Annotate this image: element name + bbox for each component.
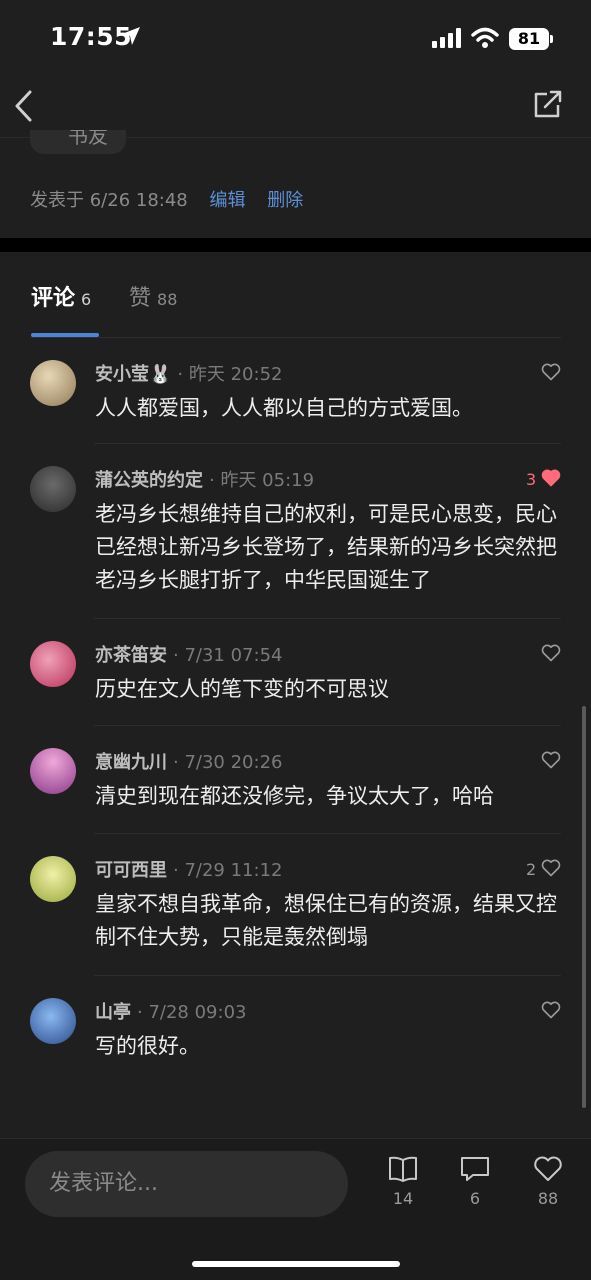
comment-header: 可可西里 · 7/29 11:12: [95, 856, 282, 882]
comment-author[interactable]: 安小莹🐰: [95, 364, 171, 385]
comment-count: 6: [469, 1189, 481, 1208]
comment-item: 可可西里 · 7/29 11:12 皇家不想自我革命，想保住已有的资源，结果又控制…: [0, 834, 591, 976]
comment-time: · 7/30 20:26: [173, 752, 283, 773]
status-bar: 17:55 81: [0, 0, 591, 76]
comment-author[interactable]: 亦茶笛安: [95, 645, 167, 666]
comment-author[interactable]: 可可西里: [95, 860, 167, 881]
heart-icon[interactable]: [541, 363, 561, 381]
comment-like-count: 3: [526, 470, 537, 489]
section-divider: [0, 238, 591, 252]
comment-list: 安小莹🐰 · 昨天 20:52 人人都爱国，人人都以自己的方式爱国。 蒲公英的约定…: [0, 338, 591, 1138]
avatar[interactable]: [30, 748, 76, 794]
avatar[interactable]: [30, 998, 76, 1044]
tab-comments-count: 6: [81, 290, 92, 309]
like-count: 88: [537, 1189, 559, 1208]
book-friend-tag[interactable]: 书友: [30, 130, 126, 154]
back-icon[interactable]: [12, 88, 36, 124]
wifi-icon: [471, 27, 499, 48]
comment-time-value: 7/31 07:54: [184, 645, 283, 666]
read-button[interactable]: 14: [378, 1155, 428, 1208]
comment-text: 历史在文人的笔下变的不可思议: [95, 677, 389, 701]
comment-header: 安小莹🐰 · 昨天 20:52: [95, 360, 282, 386]
comment-text: 清史到现在都还没修完，争议太大了，哈哈: [95, 784, 494, 808]
heart-icon: [534, 1156, 562, 1181]
posted-prefix: 发表于: [30, 190, 84, 211]
comment-input[interactable]: 发表评论...: [25, 1151, 348, 1217]
comment-time-value: 7/28 09:03: [148, 1002, 247, 1023]
comment-header: 亦茶笛安 · 7/31 07:54: [95, 641, 282, 667]
home-indicator[interactable]: [192, 1261, 400, 1267]
comment-like-count: 2: [526, 860, 537, 879]
comment-text: 人人都爱国，人人都以自己的方式爱国。: [95, 396, 473, 420]
heart-icon[interactable]: [541, 1001, 561, 1019]
comment-item: 山亭 · 7/28 09:03 写的很好。: [0, 976, 591, 1086]
heart-filled-icon[interactable]: [541, 469, 561, 487]
battery-level: 81: [509, 28, 549, 50]
comment-time: · 7/31 07:54: [173, 645, 283, 666]
comment-time-value: 7/30 20:26: [184, 752, 283, 773]
read-count: 14: [392, 1189, 414, 1208]
post-meta: 书友 发表于 6/26 18:48 编辑 删除: [0, 130, 591, 238]
posted-info: 发表于 6/26 18:48 编辑 删除: [30, 186, 303, 212]
tab-likes-label: 赞: [129, 286, 152, 311]
tab-likes[interactable]: 赞 88: [129, 280, 177, 312]
avatar[interactable]: [30, 641, 76, 687]
bottom-bar: 发表评论... 14 6 88: [0, 1138, 591, 1280]
comment-text: 皇家不想自我革命，想保住已有的资源，结果又控制不住大势，只能是轰然倒塌: [95, 892, 557, 949]
signal-icon: [432, 28, 461, 48]
heart-icon[interactable]: [541, 859, 561, 877]
posted-time: 6/26 18:48: [89, 190, 188, 211]
comment-item: 亦茶笛安 · 7/31 07:54 历史在文人的笔下变的不可思议: [0, 619, 591, 726]
comment-time: · 7/29 11:12: [173, 860, 283, 881]
comment-author[interactable]: 意幽九川: [95, 752, 167, 773]
share-icon[interactable]: [532, 88, 564, 120]
comment-text: 老冯乡长想维持自己的权利，可是民心思变，民心已经想让新冯乡长登场了，结果新的冯乡…: [95, 502, 557, 592]
comment-header: 意幽九川 · 7/30 20:26: [95, 748, 282, 774]
comment-item: 安小莹🐰 · 昨天 20:52 人人都爱国，人人都以自己的方式爱国。: [0, 338, 591, 444]
comment-author[interactable]: 蒲公英的约定: [95, 470, 203, 491]
comment-button[interactable]: 6: [450, 1155, 500, 1208]
tab-comments[interactable]: 评论 6: [31, 280, 91, 312]
book-icon: [389, 1156, 417, 1182]
comment-time-value: 昨天 05:19: [220, 470, 315, 491]
comment-author[interactable]: 山亭: [95, 1002, 131, 1023]
comment-item: 意幽九川 · 7/30 20:26 清史到现在都还没修完，争议太大了，哈哈: [0, 726, 591, 834]
battery-nub: [550, 35, 553, 43]
comment-tabs: 评论 6 赞 88: [0, 252, 591, 338]
tab-comments-label: 评论: [31, 286, 76, 311]
comment-text: 写的很好。: [95, 1034, 200, 1058]
avatar[interactable]: [30, 360, 76, 406]
comment-item: 蒲公英的约定 · 昨天 05:19 老冯乡长想维持自己的权利，可是民心思变，民心已…: [0, 444, 591, 619]
comment-header: 山亭 · 7/28 09:03: [95, 998, 246, 1024]
comment-icon: [461, 1157, 489, 1181]
comment-time-value: 7/29 11:12: [184, 860, 283, 881]
heart-icon[interactable]: [541, 751, 561, 769]
delete-link[interactable]: 删除: [267, 190, 303, 211]
scrollbar[interactable]: [582, 706, 586, 1108]
avatar[interactable]: [30, 856, 76, 902]
top-nav: [0, 76, 591, 138]
tab-likes-count: 88: [157, 290, 178, 309]
comment-header: 蒲公英的约定 · 昨天 05:19: [95, 466, 314, 492]
tag-label: 书友: [68, 130, 108, 148]
avatar[interactable]: [30, 466, 76, 512]
comment-time: · 7/28 09:03: [137, 1002, 247, 1023]
edit-link[interactable]: 编辑: [209, 190, 245, 211]
comment-time: · 昨天 20:52: [177, 364, 283, 385]
heart-icon[interactable]: [541, 644, 561, 662]
comment-time: · 昨天 05:19: [209, 470, 315, 491]
location-arrow-icon: [122, 27, 140, 45]
comment-time-value: 昨天 20:52: [188, 364, 283, 385]
like-button[interactable]: 88: [523, 1155, 573, 1208]
